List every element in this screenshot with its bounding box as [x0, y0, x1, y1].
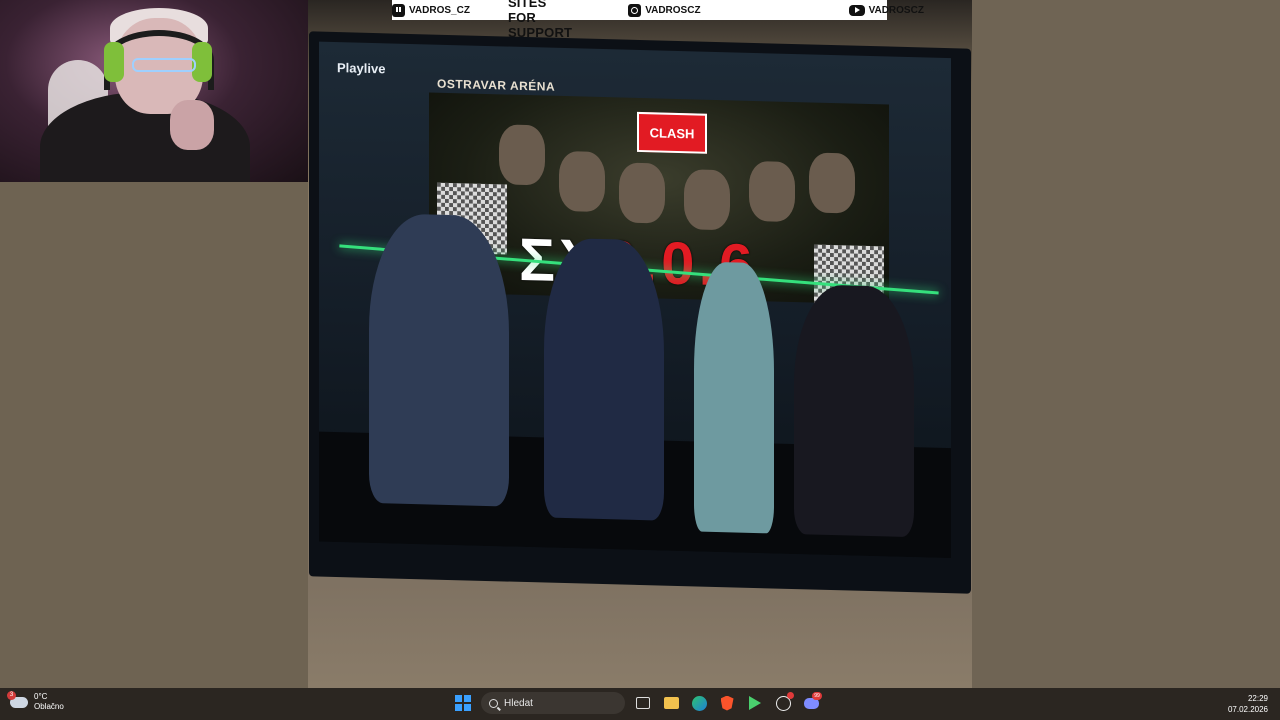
- weather-condition: Oblačno: [34, 702, 64, 711]
- gamepad-icon[interactable]: [745, 693, 765, 713]
- clock-time: 22:29: [1247, 694, 1268, 703]
- venue-label: OSTRAVAR ARÉNA: [437, 76, 556, 94]
- left-blank-area: [0, 182, 308, 688]
- youtube-handle: VADROSCZ: [868, 4, 924, 16]
- fighter-face: [749, 160, 795, 223]
- chatgpt-icon[interactable]: [773, 692, 794, 713]
- fighter-face: [809, 152, 855, 214]
- twitch-icon: [392, 3, 405, 17]
- channel-logo: Playlive: [337, 60, 386, 77]
- discord-icon[interactable]: 99: [801, 692, 822, 713]
- streamer-webcam: [0, 0, 308, 182]
- taskbar: 3 0°C Oblačno Hledat 99 22:29 07.02.2026: [0, 688, 1280, 720]
- clock-date: 07.02.2026: [1227, 705, 1268, 714]
- host-man: [369, 212, 509, 507]
- streamer-hand: [170, 100, 214, 150]
- fighter-face: [499, 124, 545, 186]
- weather-temperature: 0°C: [34, 692, 48, 701]
- youtube-icon: [848, 4, 865, 16]
- taskbar-center: Hledat 99: [453, 692, 822, 714]
- woman-host: [794, 284, 914, 538]
- notification-dot: [787, 692, 794, 699]
- tv-screen: Playlive OSTRAVAR ARÉNA CLASH ƩX6.0.6: [319, 41, 951, 559]
- youtube-handle-group: VADROSCZ: [775, 4, 924, 16]
- search-icon: [489, 698, 498, 708]
- tv-set: Playlive OSTRAVAR ARÉNA CLASH ƩX6.0.6: [309, 31, 971, 594]
- headset-left-cup: [104, 42, 124, 82]
- discord-badge: 99: [812, 692, 822, 700]
- fighter-face: [559, 150, 605, 213]
- fighter-face: [619, 162, 665, 224]
- clash-logo: CLASH: [637, 111, 707, 154]
- taskbar-search[interactable]: Hledat: [481, 692, 625, 714]
- fighter-face: [684, 169, 730, 231]
- instagram-handle-group: VADROSCZ: [600, 3, 701, 17]
- search-placeholder: Hledat: [504, 697, 533, 709]
- social-banner: VADROS_CZ SOCIAL SITES FOR SUPPORT VADRO…: [392, 0, 924, 40]
- instagram-handle: VADROSCZ: [645, 4, 701, 16]
- file-explorer-icon[interactable]: [661, 693, 681, 713]
- windows-start-icon[interactable]: [453, 693, 473, 713]
- task-view-icon[interactable]: [633, 693, 653, 713]
- instagram-icon: [628, 3, 642, 17]
- glasses: [132, 58, 196, 72]
- weather-badge: 3: [7, 690, 16, 700]
- right-blank-area: [972, 0, 1280, 688]
- woman-guest: [694, 261, 774, 534]
- banner-headline: SOCIAL SITES FOR SUPPORT: [507, 0, 573, 40]
- cloud-icon: 3: [7, 690, 28, 708]
- fighter-man: [544, 237, 664, 521]
- twitch-handle-group: VADROS_CZ: [392, 3, 470, 17]
- edge-icon[interactable]: [689, 693, 709, 713]
- system-clock[interactable]: 22:29 07.02.2026: [1228, 693, 1268, 715]
- weather-widget[interactable]: 3 0°C Oblačno: [7, 690, 64, 712]
- twitch-handle: VADROS_CZ: [409, 4, 470, 16]
- brave-icon[interactable]: [717, 693, 737, 713]
